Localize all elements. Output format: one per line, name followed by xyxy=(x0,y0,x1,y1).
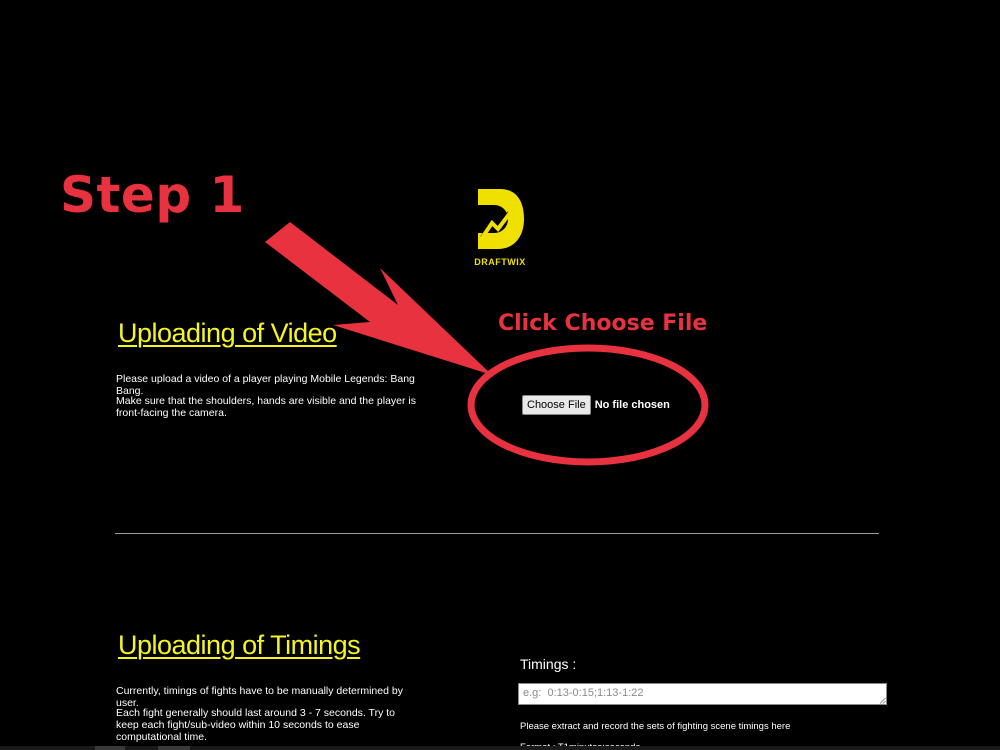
timings-input[interactable] xyxy=(518,683,887,705)
timings-instruction-2: Each fight generally should last around … xyxy=(116,707,395,743)
video-instruction-2: Make sure that the shoulders, hands are … xyxy=(116,395,417,419)
arrow-icon xyxy=(265,222,492,375)
callout-label: Click Choose File xyxy=(498,311,708,336)
draftwix-logo: DRAFTWIX xyxy=(470,185,530,270)
strip-segment xyxy=(158,746,190,750)
video-instruction-1: Please upload a video of a player playin… xyxy=(116,373,415,397)
logo-text: DRAFTWIX xyxy=(474,257,526,267)
timings-field-label: Timings : xyxy=(520,656,577,672)
video-section-title: Uploading of Video xyxy=(118,318,337,348)
strip-segment xyxy=(95,746,125,750)
resize-grip-icon[interactable] xyxy=(879,697,886,704)
bottom-scroll-strip xyxy=(0,746,1000,750)
timings-help-text: Please extract and record the sets of fi… xyxy=(520,721,791,732)
page: DRAFTWIX Uploading of Video Please uploa… xyxy=(0,0,1000,750)
no-file-chosen-text: No file chosen xyxy=(594,399,670,411)
video-file-input[interactable]: Choose File No file chosen xyxy=(522,395,670,415)
draftwix-logo-icon xyxy=(478,189,524,249)
choose-file-button[interactable]: Choose File xyxy=(522,395,591,415)
step-label: Step 1 xyxy=(60,166,245,224)
section-divider xyxy=(115,533,879,534)
timings-instruction-1: Currently, timings of fights have to be … xyxy=(116,685,403,709)
timings-section-title: Uploading of Timings xyxy=(118,630,361,660)
